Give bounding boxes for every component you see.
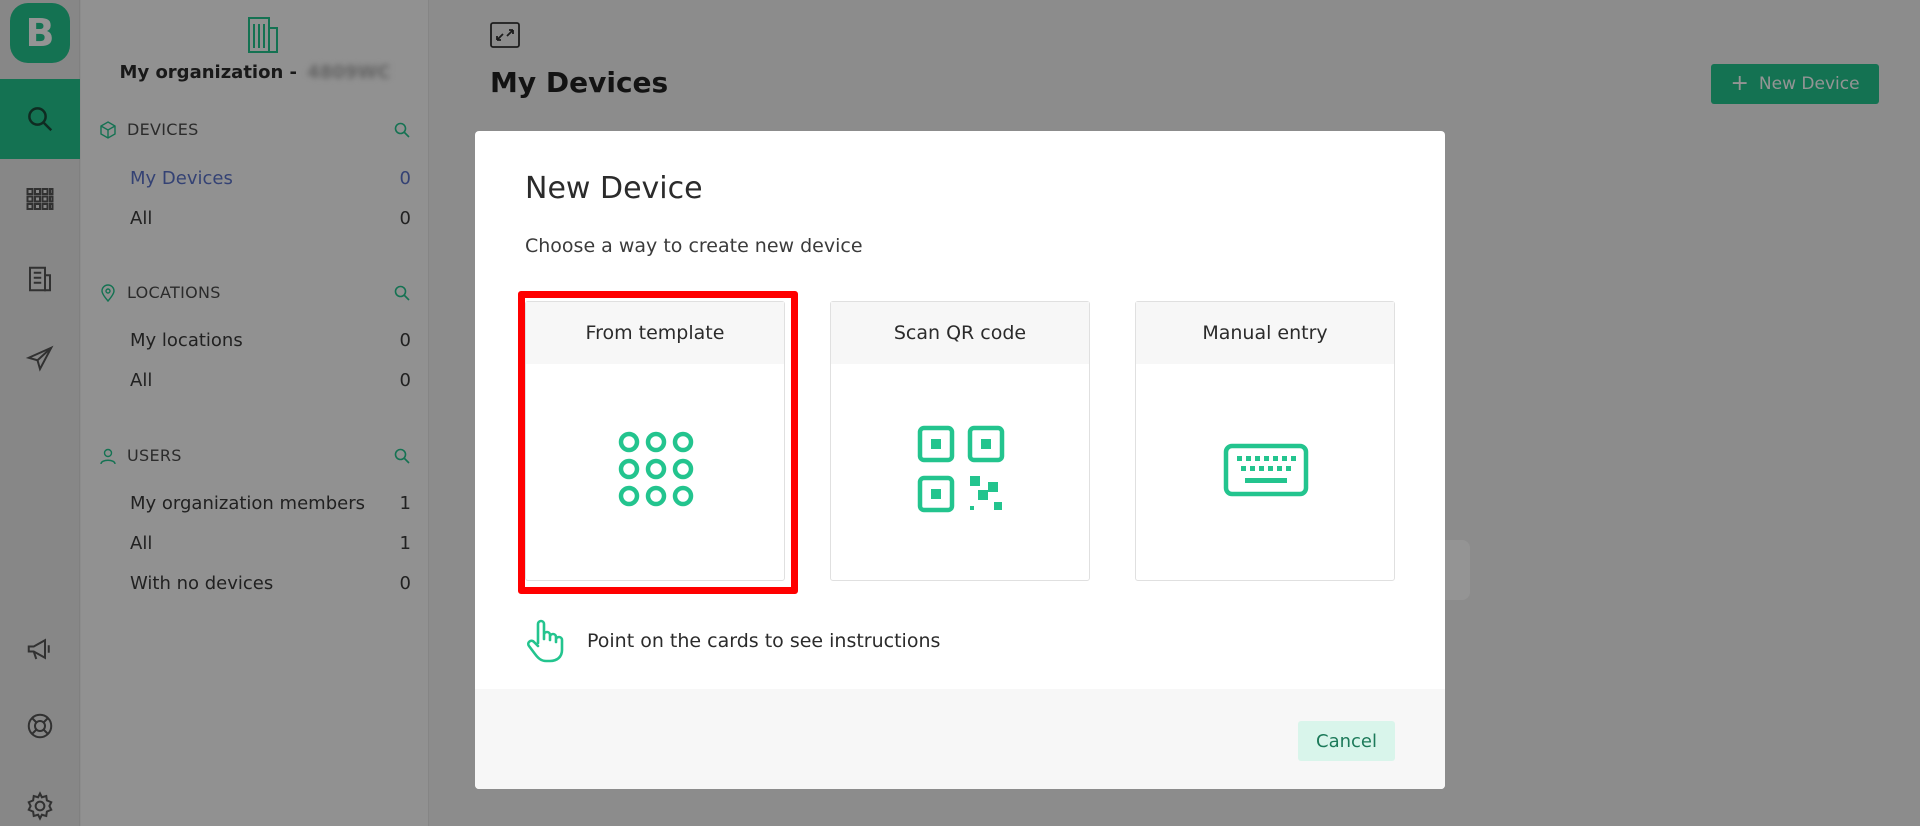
keyboard-icon (1223, 443, 1309, 497)
modal-subtitle: Choose a way to create new device (525, 235, 863, 257)
pointing-hand-icon (527, 619, 564, 663)
hint-text: Point on the cards to see instructions (587, 630, 941, 652)
qr-code-icon (917, 425, 1005, 513)
card-scan-qr[interactable]: Scan QR code (830, 301, 1090, 581)
card-manual-entry[interactable]: Manual entry (1135, 301, 1395, 581)
modal-title: New Device (525, 171, 703, 206)
new-device-modal: New Device Choose a way to create new de… (475, 131, 1445, 789)
modal-footer: Cancel (475, 689, 1445, 789)
instructions-hint: Point on the cards to see instructions (525, 619, 940, 663)
highlight-frame (518, 291, 798, 594)
card-title: Manual entry (1136, 302, 1394, 364)
cancel-button[interactable]: Cancel (1298, 721, 1395, 761)
card-title: Scan QR code (831, 302, 1089, 364)
